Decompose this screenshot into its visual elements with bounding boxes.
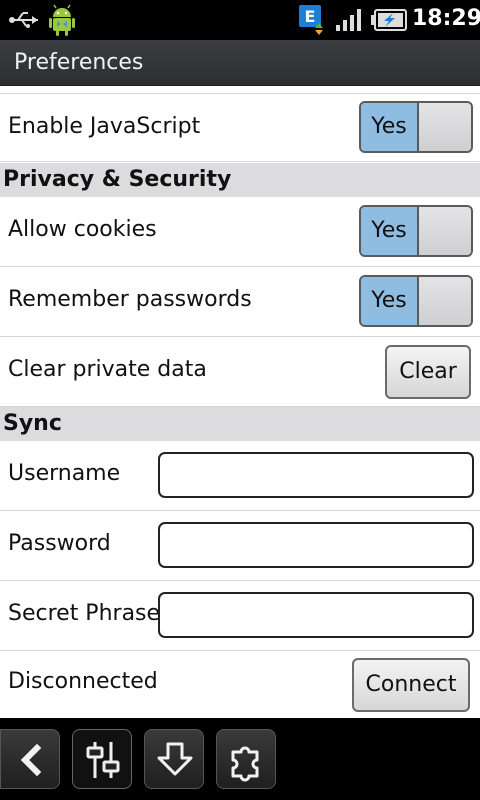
addons-puzzle-icon [231,746,259,782]
passwords-toggle-knob[interactable] [419,277,471,325]
clear-data-row: Clear private data Clear [0,337,480,407]
cookies-toggle-on: Yes [361,207,419,255]
back-button[interactable] [0,729,60,789]
javascript-toggle-on: Yes [361,103,419,151]
settings-sliders-icon [86,742,120,778]
connection-row: Disconnected Connect [0,651,480,718]
page-title: Preferences [14,50,144,75]
download-icon [157,742,193,776]
passwords-toggle[interactable]: Yes [359,275,473,327]
section-title: Privacy & Security [3,167,232,192]
addons-button[interactable] [216,729,276,789]
section-privacy-security: Privacy & Security [0,163,480,197]
secret-phrase-input[interactable] [158,592,474,638]
passwords-toggle-on: Yes [361,277,419,325]
status-bar: E 18:29 [0,0,480,40]
signal-icon [336,9,361,31]
title-bar: Preferences [0,40,480,86]
javascript-toggle[interactable]: Yes [359,101,473,153]
connect-button[interactable]: Connect [352,658,470,712]
list-top-spacer [0,86,480,94]
clear-data-label: Clear private data [8,357,207,382]
battery-charging-icon [371,9,407,31]
clock: 18:29 [412,6,480,31]
bottom-toolbar [0,718,480,800]
edge-data-icon: E [299,5,323,35]
section-sync: Sync [0,407,480,441]
javascript-label: Enable JavaScript [8,114,201,139]
password-label: Password [8,531,111,556]
clear-button[interactable]: Clear [385,345,471,399]
username-label: Username [8,461,121,486]
back-icon [20,743,42,777]
passwords-row[interactable]: Remember passwords Yes [0,267,480,337]
download-button[interactable] [144,729,204,789]
cookies-row[interactable]: Allow cookies Yes [0,197,480,267]
cookies-toggle[interactable]: Yes [359,205,473,257]
secret-phrase-label: Secret Phrase [8,601,161,626]
passwords-label: Remember passwords [8,287,252,312]
password-input[interactable] [158,522,474,568]
svg-text:E: E [305,7,316,26]
username-row: Username [0,441,480,511]
connection-status: Disconnected [8,669,158,694]
preferences-list: Enable JavaScript Yes Privacy & Security… [0,86,480,718]
cookies-toggle-knob[interactable] [419,207,471,255]
javascript-row[interactable]: Enable JavaScript Yes [0,94,480,162]
section-title: Sync [3,411,62,436]
settings-button[interactable] [72,729,132,789]
javascript-toggle-knob[interactable] [419,103,471,151]
password-row: Password [0,511,480,581]
cookies-label: Allow cookies [8,217,157,242]
username-input[interactable] [158,452,474,498]
android-debug-icon [49,4,75,36]
secret-phrase-row: Secret Phrase [0,581,480,651]
usb-icon [9,12,38,28]
